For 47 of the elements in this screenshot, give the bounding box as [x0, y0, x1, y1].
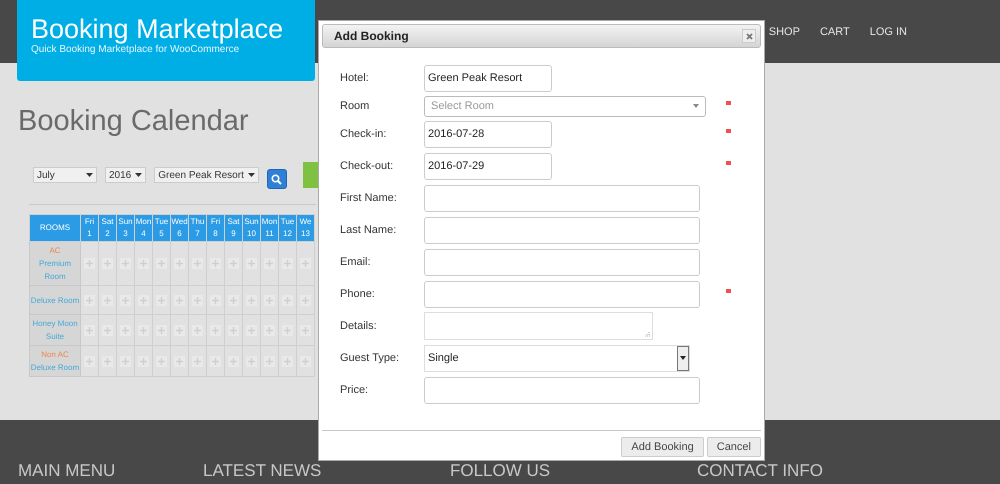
field-label: Details: — [340, 320, 378, 332]
day-header: Sat 2 — [98, 214, 116, 242]
day-header: Mon 11 — [260, 214, 278, 242]
nav-link[interactable]: SHOP — [768, 26, 800, 38]
text-field[interactable]: 2016-07-28 — [424, 120, 552, 148]
nav-link[interactable]: LOG IN — [870, 26, 907, 38]
footer-heading: CONTACT INFO — [697, 462, 824, 480]
field-label: Last Name: — [340, 224, 398, 236]
field-label: First Name: — [340, 192, 398, 204]
page-title: Booking Calendar — [18, 104, 249, 138]
day-header: Wed 6 — [170, 214, 188, 242]
day-header: Thu 7 — [188, 214, 206, 242]
filter-dropdown[interactable]: July — [33, 167, 97, 183]
field-label: Check-in: — [340, 128, 388, 140]
field-label: Phone: — [340, 288, 376, 300]
day-header: Fri 1 — [80, 214, 98, 242]
field-label: Email: — [340, 256, 372, 268]
site-title: Booking Marketplace — [31, 14, 284, 44]
field-label: Hotel: — [340, 72, 370, 84]
filter-dropdown[interactable]: Green Peak Resort — [154, 167, 259, 183]
room-tag: AC — [30, 244, 80, 257]
dropdown-field[interactable]: Single — [424, 344, 690, 372]
day-header: Mon 4 — [134, 214, 152, 242]
day-header: We 13 — [296, 214, 314, 242]
day-header: Fri 8 — [206, 214, 224, 242]
dialog-button[interactable]: Add Booking — [621, 437, 704, 457]
dialog-button[interactable]: Cancel — [706, 437, 761, 457]
site-tagline: Quick Booking Marketplace for WooCommerce — [31, 44, 240, 56]
footer-heading: LATEST NEWS — [203, 462, 322, 480]
text-field[interactable]: Green Peak Resort — [424, 64, 552, 92]
day-header: Tue 12 — [278, 214, 296, 242]
day-header: Sun 10 — [242, 214, 260, 242]
field-label: Price: — [340, 384, 370, 396]
field-label: Check-out: — [340, 160, 394, 172]
room-tag: Non AC — [30, 348, 80, 361]
day-header: Sat 9 — [224, 214, 242, 242]
nav-link[interactable]: CART — [820, 26, 850, 38]
footer-heading: MAIN MENU — [18, 462, 116, 480]
field-label: Room — [340, 100, 370, 112]
filter-dropdown[interactable]: 2016 — [105, 167, 146, 183]
dialog-title: Add Booking — [334, 29, 409, 43]
text-field[interactable]: 2016-07-29 — [424, 152, 552, 180]
day-header: Sun 3 — [116, 214, 134, 242]
day-header: Tue 5 — [152, 214, 170, 242]
column-header: ROOMS — [30, 214, 80, 242]
field-label: Guest Type: — [340, 352, 400, 364]
footer-heading: FOLLOW US — [450, 462, 552, 480]
